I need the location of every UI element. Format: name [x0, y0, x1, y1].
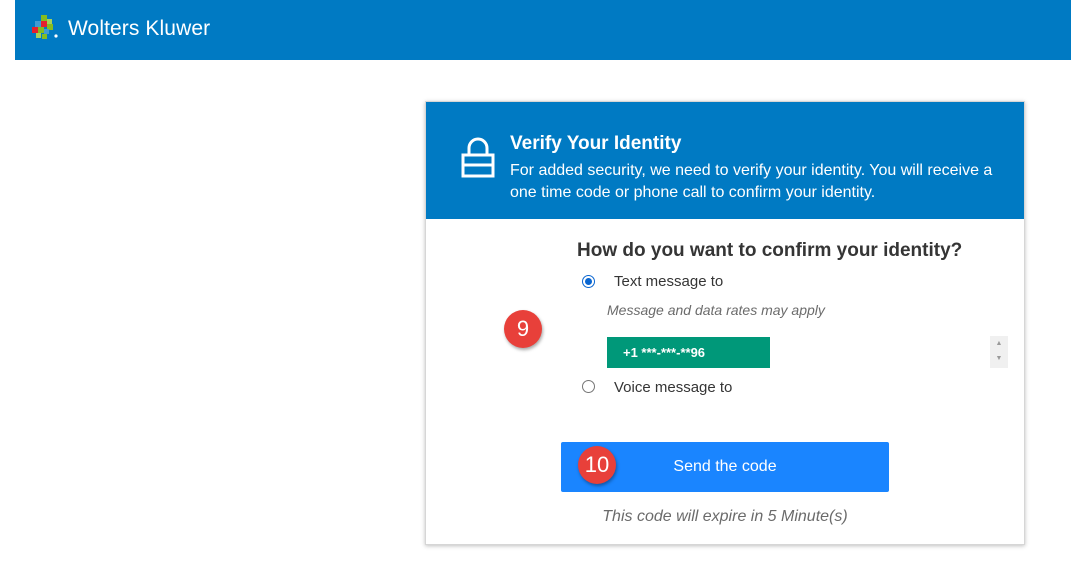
card-header: Verify Your Identity For added security,…	[426, 102, 1024, 219]
rates-note: Message and data rates may apply	[607, 302, 825, 318]
header-description: For added security, we need to verify yo…	[510, 162, 993, 201]
text-message-radio[interactable]	[582, 275, 595, 288]
voice-message-label[interactable]: Voice message to	[614, 379, 732, 396]
scroll-up-icon[interactable]: ▲	[990, 338, 1008, 350]
top-bar: Wolters Kluwer	[15, 0, 1071, 60]
phone-number-option[interactable]: +1 ***-***-**96	[607, 337, 770, 368]
wolters-kluwer-logo[interactable]: Wolters Kluwer	[32, 15, 210, 43]
text-message-label[interactable]: Text message to	[614, 273, 723, 290]
scroll-down-icon[interactable]: ▼	[990, 353, 1008, 365]
confirm-question: How do you want to confirm your identity…	[577, 240, 963, 261]
step-badge-9: 9	[504, 310, 542, 348]
logo-text: Wolters Kluwer	[68, 17, 211, 40]
voice-message-radio[interactable]	[582, 380, 595, 393]
logo-mark-icon	[32, 15, 58, 39]
expire-note: This code will expire in 5 Minute(s)	[602, 508, 848, 525]
page-title: Verify Your Identity	[510, 133, 682, 154]
step-badge-10: 10	[578, 446, 616, 484]
phone-list-scrollbar[interactable]: ▲ ▼	[990, 336, 1008, 368]
lock-icon	[461, 136, 495, 183]
